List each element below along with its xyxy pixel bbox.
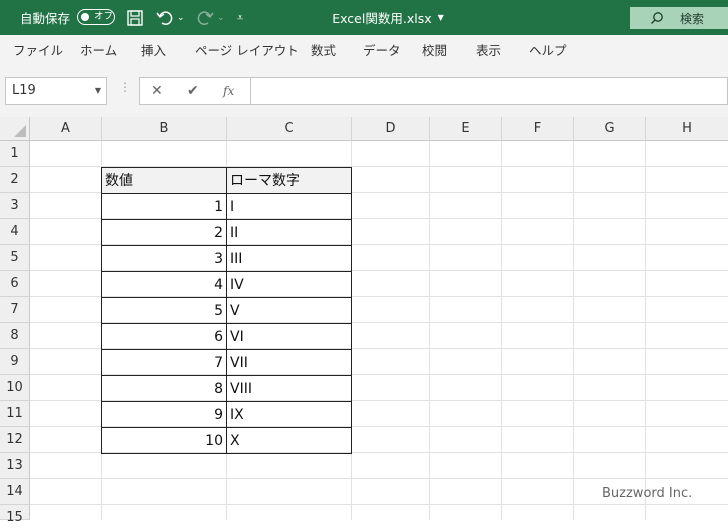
row-header-6[interactable]: 6 [0,271,30,297]
row-header-11[interactable]: 11 [0,401,30,427]
table-header-roman[interactable]: ローマ数字 [226,167,352,194]
tab-help[interactable]: ヘルプ [529,35,567,67]
row-header-9[interactable]: 9 [0,349,30,375]
cell-roman[interactable]: I [226,193,352,220]
gridline [30,504,728,505]
row-header-14[interactable]: 14 [0,479,30,505]
formula-bar-area: L19 ▼ ⋮ ✕ ✔ fx [0,67,728,117]
name-box-value: L19 [12,83,36,98]
cell-roman[interactable]: IV [226,271,352,298]
watermark: Buzzword Inc. [602,486,693,501]
search-box[interactable]: 検索 [630,7,728,29]
cell-roman[interactable]: IX [226,401,352,428]
gridline [573,141,574,520]
search-label: 検索 [680,11,705,26]
cell-number[interactable]: 2 [101,219,227,246]
title-dropdown-icon[interactable]: ▼ [438,13,444,22]
formula-input[interactable] [251,77,728,105]
search-icon [651,12,663,24]
cell-number[interactable]: 3 [101,245,227,272]
title-bar: 自動保存 オフ ⌄ ⌄ ⩡ Excel関数用.xlsx ▼ 検索 [0,0,728,35]
column-header-d[interactable]: D [352,117,430,141]
ribbon-tabs: ファイル ホーム 挿入 ページ レイアウト 数式 データ 校閲 表示 ヘルプ [0,35,728,68]
tab-formulas[interactable]: 数式 [311,35,336,67]
cell-roman[interactable]: VII [226,349,352,376]
tab-file[interactable]: ファイル [13,35,63,67]
column-header-c[interactable]: C [227,117,352,141]
cell-number[interactable]: 5 [101,297,227,324]
document-title[interactable]: Excel関数用.xlsx [332,8,431,27]
cell-roman[interactable]: V [226,297,352,324]
row-header-7[interactable]: 7 [0,297,30,323]
tab-view[interactable]: 表示 [476,35,501,67]
cell-roman[interactable]: III [226,245,352,272]
select-all-button[interactable] [0,117,30,141]
cell-number[interactable]: 4 [101,271,227,298]
row-header-4[interactable]: 4 [0,219,30,245]
cell-number[interactable]: 9 [101,401,227,428]
tab-insert[interactable]: 挿入 [141,35,166,67]
name-box[interactable]: L19 ▼ [5,77,107,105]
enter-icon[interactable]: ✔ [187,78,199,104]
column-header-h[interactable]: H [646,117,728,141]
tab-page-layout[interactable]: ページ レイアウト [195,35,299,67]
column-header-g[interactable]: G [574,117,646,141]
row-header-15[interactable]: 15 [0,505,30,525]
cell-number[interactable]: 1 [101,193,227,220]
cell-roman[interactable]: X [226,427,352,454]
tab-data[interactable]: データ [363,35,401,67]
cell-number[interactable]: 6 [101,323,227,350]
gridline [30,478,728,479]
row-header-8[interactable]: 8 [0,323,30,349]
table-header-number[interactable]: 数値 [101,167,227,194]
column-header-f[interactable]: F [502,117,574,141]
cell-number[interactable]: 10 [101,427,227,454]
cancel-icon[interactable]: ✕ [151,78,163,104]
column-header-b[interactable]: B [102,117,227,141]
column-header-a[interactable]: A [30,117,102,141]
formula-bar-grip-icon[interactable]: ⋮ [119,80,131,94]
gridline [645,141,646,520]
gridline [429,141,430,520]
worksheet-grid[interactable]: A B C D E F G H 1 2 3 4 5 6 7 8 9 10 11 … [0,117,728,525]
row-header-2[interactable]: 2 [0,167,30,193]
tab-home[interactable]: ホーム [80,35,117,67]
insert-function-icon[interactable]: fx [223,78,234,104]
cell-roman[interactable]: II [226,219,352,246]
name-box-dropdown-icon[interactable]: ▼ [95,78,101,104]
cell-roman[interactable]: VI [226,323,352,350]
row-header-5[interactable]: 5 [0,245,30,271]
row-header-3[interactable]: 3 [0,193,30,219]
tab-review[interactable]: 校閲 [422,35,447,67]
row-header-13[interactable]: 13 [0,453,30,479]
row-header-1[interactable]: 1 [0,141,30,167]
cell-number[interactable]: 7 [101,349,227,376]
gridline [501,141,502,520]
cell-number[interactable]: 8 [101,375,227,402]
formula-buttons: ✕ ✔ fx [139,77,251,105]
cell-roman[interactable]: VIII [226,375,352,402]
row-header-10[interactable]: 10 [0,375,30,401]
document-title-area: Excel関数用.xlsx ▼ [0,0,728,35]
column-header-e[interactable]: E [430,117,502,141]
row-header-12[interactable]: 12 [0,427,30,453]
